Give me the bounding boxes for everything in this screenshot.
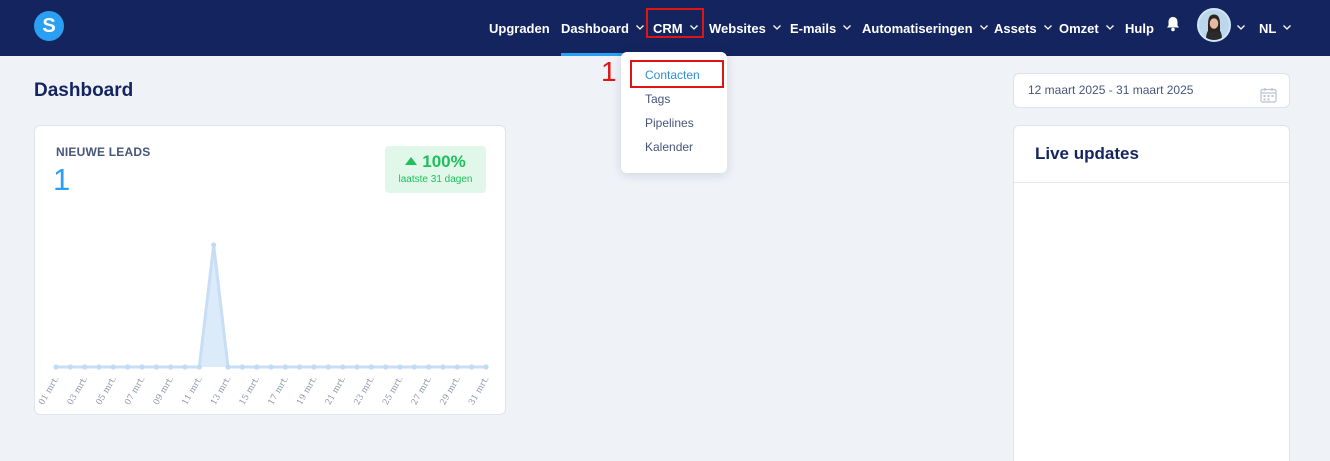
contacten-highlight-box	[630, 60, 724, 88]
language-label: NL	[1259, 20, 1277, 36]
menu-item-kalender[interactable]: Kalender	[645, 140, 693, 154]
x-tick-label: 13 mrt.	[209, 375, 234, 408]
chart-point[interactable]	[483, 364, 489, 370]
nav-assets[interactable]: Assets	[994, 0, 1053, 56]
menu-item-pipelines[interactable]: Pipelines	[645, 116, 694, 130]
nav-revenue[interactable]: Omzet	[1059, 0, 1115, 56]
nav-help-label: Hulp	[1125, 20, 1154, 36]
user-avatar[interactable]	[1197, 8, 1231, 42]
chevron-down-icon	[1236, 22, 1246, 32]
language-selector[interactable]: NL	[1259, 0, 1292, 56]
chart-point[interactable]	[368, 364, 374, 370]
chart-point[interactable]	[440, 364, 446, 370]
chart-point[interactable]	[325, 364, 331, 370]
nav-help[interactable]: Hulp	[1125, 0, 1154, 56]
nav-websites-label: Websites	[709, 20, 766, 36]
live-updates-card: Live updates	[1013, 125, 1290, 461]
nav-upgrade[interactable]: Upgraden	[489, 0, 550, 56]
chart-point[interactable]	[340, 364, 346, 370]
calendar-icon	[1260, 83, 1277, 103]
nav-dashboard[interactable]: Dashboard	[561, 0, 645, 56]
x-tick-label: 19 mrt.	[295, 375, 320, 408]
chart-point[interactable]	[67, 364, 73, 370]
nav-dashboard-label: Dashboard	[561, 20, 629, 36]
x-tick-label: 11 mrt.	[180, 375, 205, 408]
x-tick-label: 05 mrt.	[94, 375, 119, 408]
x-tick-label: 21 mrt.	[324, 375, 349, 408]
chevron-down-icon	[1282, 22, 1292, 32]
chart-point[interactable]	[182, 364, 188, 370]
chart-point[interactable]	[196, 364, 202, 370]
chart-point[interactable]	[297, 364, 303, 370]
nav-revenue-label: Omzet	[1059, 20, 1099, 36]
nav-automations-label: Automatiseringen	[862, 20, 973, 36]
chart-point[interactable]	[125, 364, 131, 370]
chevron-down-icon	[1043, 22, 1053, 32]
date-range-picker[interactable]: 12 maart 2025 - 31 maart 2025	[1013, 73, 1290, 108]
x-tick-label: 07 mrt.	[123, 375, 148, 408]
chart-area	[56, 245, 486, 367]
leads-chart: 01 mrt. 03 mrt. 05 mrt. 07 mrt. 09 mrt. 11 mr…	[37, 242, 492, 408]
new-leads-card: NIEUWE LEADS 1 100% laatste 31 dagen 01 …	[34, 125, 506, 415]
chart-point[interactable]	[397, 364, 403, 370]
chevron-down-icon	[635, 22, 645, 32]
date-range-value: 12 maart 2025 - 31 maart 2025	[1028, 83, 1194, 97]
chart-point[interactable]	[411, 364, 417, 370]
chart-line	[56, 244, 486, 369]
chart-point[interactable]	[53, 364, 59, 370]
chart-point[interactable]	[354, 364, 360, 370]
x-tick-label: 27 mrt.	[410, 375, 435, 408]
x-tick-label: 09 mrt.	[152, 375, 177, 408]
chevron-down-icon	[772, 22, 782, 32]
chart-point[interactable]	[211, 242, 217, 248]
chart-point[interactable]	[153, 364, 159, 370]
avatar-portrait-icon	[1199, 10, 1229, 40]
chart-point[interactable]	[254, 364, 260, 370]
app-logo[interactable]: S	[34, 11, 64, 41]
chart-point[interactable]	[225, 364, 231, 370]
x-tick-label: 29 mrt.	[438, 375, 463, 408]
nav-emails-label: E-mails	[790, 20, 837, 36]
chart-point[interactable]	[96, 364, 102, 370]
x-tick-label: 03 mrt.	[66, 375, 91, 408]
chevron-down-icon	[979, 22, 989, 32]
nav-emails[interactable]: E-mails	[790, 0, 852, 56]
chart-point[interactable]	[110, 364, 116, 370]
x-tick-label: 01 mrt.	[37, 375, 62, 408]
nav-assets-label: Assets	[994, 20, 1037, 36]
nav-upgrade-label: Upgraden	[489, 20, 550, 36]
profile-menu-toggle[interactable]	[1236, 0, 1246, 56]
chart-point[interactable]	[426, 364, 432, 370]
step-number-label: 1	[601, 56, 617, 87]
chart-point[interactable]	[268, 364, 274, 370]
chevron-down-icon	[1105, 22, 1115, 32]
chevron-down-icon	[842, 22, 852, 32]
page-title: Dashboard	[34, 80, 134, 101]
chart-point[interactable]	[282, 364, 288, 370]
menu-item-tags[interactable]: Tags	[645, 92, 670, 106]
chart-point[interactable]	[383, 364, 389, 370]
chart-point[interactable]	[139, 364, 145, 370]
notifications-bell-icon[interactable]	[1166, 16, 1180, 32]
divider	[1014, 182, 1289, 183]
x-tick-label: 31 mrt.	[467, 375, 492, 408]
nav-websites[interactable]: Websites	[709, 0, 782, 56]
chart-point[interactable]	[469, 364, 475, 370]
x-tick-label: 17 mrt.	[266, 375, 291, 408]
chart-point[interactable]	[168, 364, 174, 370]
chart-point[interactable]	[311, 364, 317, 370]
live-updates-title: Live updates	[1035, 144, 1139, 163]
x-tick-label: 25 mrt.	[381, 375, 406, 408]
nav-automations[interactable]: Automatiseringen	[862, 0, 989, 56]
x-tick-label: 15 mrt.	[238, 375, 263, 408]
chart-point[interactable]	[82, 364, 88, 370]
app-logo-letter: S	[42, 15, 56, 37]
chart-point[interactable]	[454, 364, 460, 370]
chart-point[interactable]	[239, 364, 245, 370]
x-tick-label: 23 mrt.	[352, 375, 377, 408]
crm-highlight-box	[646, 8, 704, 38]
